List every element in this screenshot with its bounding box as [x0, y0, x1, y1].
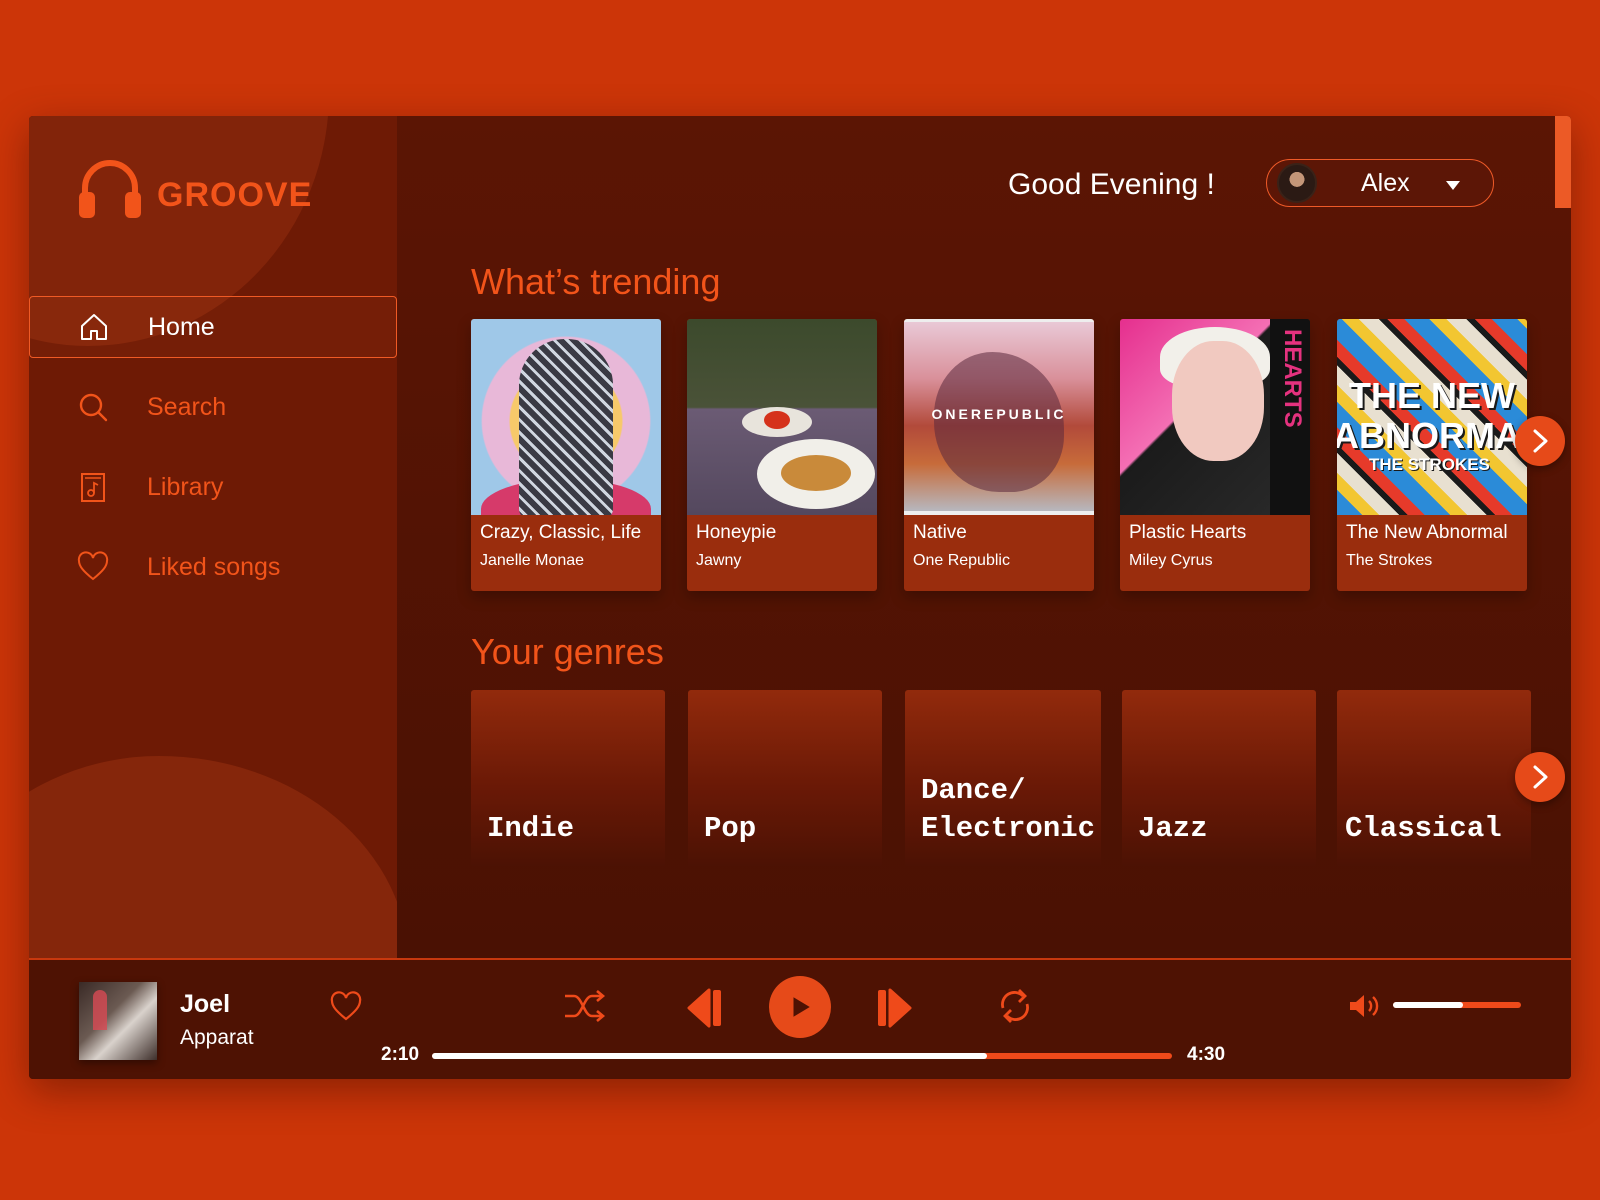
now-playing-cover[interactable] — [79, 982, 157, 1060]
section-title-trending: What’s trending — [471, 261, 721, 302]
decorative-shape — [29, 756, 397, 958]
user-name: Alex — [1361, 168, 1410, 197]
cover-art-shape — [519, 339, 613, 515]
sidebar-item-label: Liked songs — [147, 552, 281, 581]
genre-card[interactable]: Jazz — [1122, 690, 1316, 866]
sidebar-item-home[interactable]: Home — [29, 296, 397, 358]
current-time: 2:10 — [381, 1044, 420, 1065]
volume-slider[interactable] — [1393, 1002, 1521, 1008]
genre-card[interactable]: Pop — [688, 690, 882, 866]
album-cover: ONEREPUBLIC — [904, 319, 1094, 515]
repeat-icon — [1001, 989, 1029, 1023]
album-artist: Miley Cyrus — [1129, 552, 1213, 569]
sidebar-item-label: Library — [147, 472, 224, 501]
chevron-down-icon — [1445, 180, 1460, 190]
progress-bar[interactable] — [432, 1053, 1172, 1059]
repeat-button[interactable] — [995, 986, 1035, 1026]
total-time: 4:30 — [1187, 1044, 1226, 1065]
like-heart-icon[interactable] — [329, 990, 363, 1022]
chevron-right-icon — [1533, 429, 1548, 453]
next-button[interactable] — [874, 986, 914, 1030]
sidebar-item-label: Home — [148, 312, 215, 341]
avatar — [1277, 163, 1317, 203]
album-title: Plastic Hearts — [1129, 522, 1247, 543]
library-icon — [81, 473, 105, 502]
trending-next-button[interactable] — [1515, 416, 1565, 466]
cover-text: ONEREPUBLIC — [931, 406, 1067, 422]
album-artist: One Republic — [913, 552, 1010, 569]
album-artist: The Strokes — [1346, 552, 1433, 569]
album-card[interactable]: ONEREPUBLIC Native One Republic — [904, 319, 1094, 591]
cover-art-shape — [757, 439, 875, 509]
album-title: The New Abnormal — [1346, 522, 1508, 543]
chevron-right-icon — [1533, 765, 1548, 789]
trending-carousel: Crazy, Classic, Life Janelle Monae Honey… — [471, 319, 1531, 591]
genres-carousel: Indie Pop Dance/ Electronic Jazz Classic… — [471, 690, 1531, 866]
headphones-icon — [79, 160, 141, 218]
album-cover — [687, 319, 877, 515]
play-icon — [793, 997, 810, 1017]
sidebar: GROOVE Home Search Library Liked songs — [29, 116, 397, 958]
sidebar-item-library[interactable]: Library — [29, 456, 397, 518]
play-button[interactable] — [769, 976, 831, 1038]
sidebar-item-liked-songs[interactable]: Liked songs — [29, 536, 397, 598]
sidebar-item-label: Search — [147, 392, 227, 421]
volume-fill — [1393, 1002, 1464, 1008]
genre-label: Classical — [1345, 812, 1502, 845]
sidebar-item-search[interactable]: Search — [29, 376, 397, 438]
album-artist: Jawny — [696, 552, 742, 569]
skip-forward-icon — [878, 988, 912, 1028]
genres-next-button[interactable] — [1515, 752, 1565, 802]
cover-art-shape — [1172, 341, 1264, 461]
heart-icon — [77, 551, 109, 581]
user-menu-button[interactable]: Alex — [1266, 159, 1494, 207]
genre-label: Pop — [704, 812, 757, 845]
previous-button[interactable] — [685, 986, 725, 1030]
album-title: Honeypie — [696, 522, 777, 543]
album-cover: PLASTIC HEARTS — [1120, 319, 1310, 515]
volume-icon[interactable] — [1347, 991, 1381, 1021]
cover-text: ABNORMAL — [1337, 415, 1527, 456]
genre-label: Dance/ Electronic — [921, 774, 1096, 845]
album-title: Native — [913, 522, 967, 543]
album-card[interactable]: THE NEW ABNORMAL THE STROKES The New Abn… — [1337, 319, 1527, 591]
album-cover — [471, 319, 661, 515]
cover-art-shape — [934, 352, 1064, 492]
cover-text: PLASTIC HEARTS — [1279, 329, 1310, 432]
album-card[interactable]: PLASTIC HEARTS Plastic Hearts Miley Cyru… — [1120, 319, 1310, 591]
sidebar-nav: Home Search Library Liked songs — [29, 296, 397, 616]
album-card[interactable]: Crazy, Classic, Life Janelle Monae — [471, 319, 661, 591]
genre-label: Indie — [487, 812, 575, 845]
cover-text: THE STROKES — [1369, 455, 1490, 474]
brand-name: GROOVE — [157, 175, 313, 214]
cover-text: THE NEW — [1349, 375, 1515, 416]
home-icon — [81, 314, 107, 340]
album-artist: Janelle Monae — [480, 552, 585, 569]
shuffle-button[interactable] — [562, 986, 606, 1026]
genre-card[interactable]: Indie — [471, 690, 665, 866]
cover-art-shape — [742, 407, 812, 437]
track-title: Joel — [180, 990, 231, 1018]
album-cover: THE NEW ABNORMAL THE STROKES — [1337, 319, 1527, 515]
main-content: Good Evening ! Alex What’s trending Craz… — [397, 116, 1571, 958]
album-card[interactable]: Honeypie Jawny — [687, 319, 877, 591]
genre-card[interactable]: Classical — [1337, 690, 1531, 866]
scrollbar-thumb[interactable] — [1555, 116, 1571, 208]
app-window: GROOVE Home Search Library Liked songs G… — [29, 116, 1571, 1079]
shuffle-icon — [565, 990, 606, 1022]
section-title-genres: Your genres — [471, 631, 664, 672]
player-bar: Joel Apparat 2:10 4:30 — [29, 958, 1571, 1079]
progress-fill — [432, 1053, 987, 1059]
album-title: Crazy, Classic, Life — [480, 522, 642, 543]
brand-logo[interactable]: GROOVE — [77, 154, 312, 222]
skip-back-icon — [687, 988, 721, 1028]
cover-art-shape: PLASTIC HEARTS — [1270, 319, 1310, 515]
greeting-text: Good Evening ! — [1008, 168, 1215, 201]
track-artist: Apparat — [180, 1026, 254, 1049]
search-icon — [79, 393, 108, 422]
genre-card[interactable]: Dance/ Electronic — [905, 690, 1101, 866]
genre-label: Jazz — [1138, 812, 1208, 845]
